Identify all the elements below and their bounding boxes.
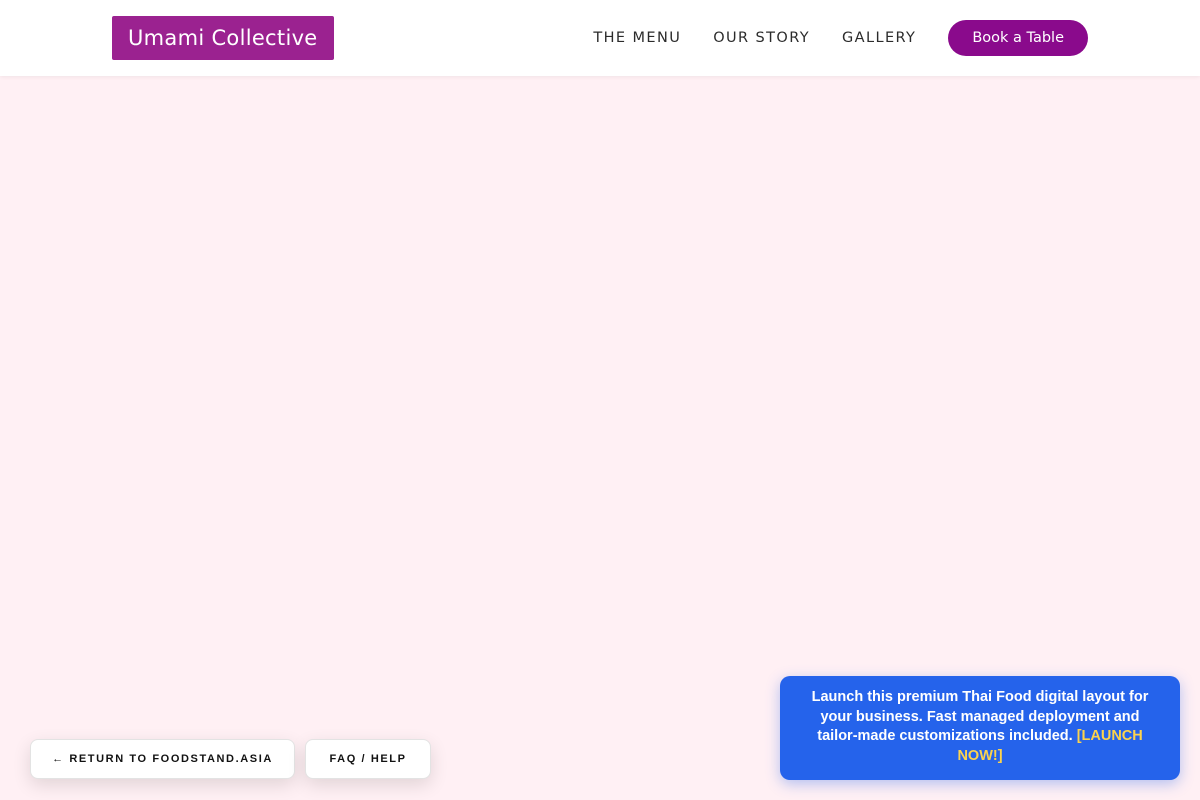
nav-link-gallery[interactable]: GALLERY (842, 30, 916, 46)
book-table-button[interactable]: Book a Table (948, 20, 1088, 56)
nav-link-menu[interactable]: THE MENU (593, 30, 681, 46)
promo-banner: Launch this premium Thai Food digital la… (780, 676, 1180, 780)
return-to-foodstand-button[interactable]: ← RETURN TO FOODSTAND.ASIA (30, 739, 295, 779)
site-logo[interactable]: Umami Collective (112, 16, 334, 60)
main-nav: THE MENU OUR STORY GALLERY Book a Table (593, 0, 1088, 76)
nav-link-our-story[interactable]: OUR STORY (713, 30, 810, 46)
faq-help-button[interactable]: FAQ / HELP (305, 739, 431, 779)
site-header: Umami Collective THE MENU OUR STORY GALL… (0, 0, 1200, 76)
